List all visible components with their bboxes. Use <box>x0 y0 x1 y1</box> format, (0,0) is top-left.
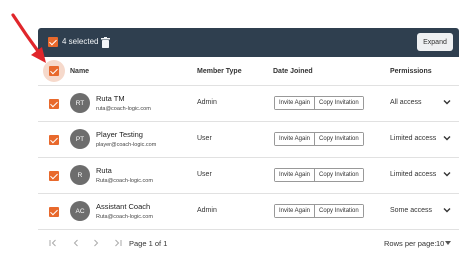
copy-invitation-button[interactable]: Copy Invitation <box>314 133 363 145</box>
first-page-icon[interactable] <box>49 239 57 247</box>
invite-again-button[interactable]: Invite Again <box>275 205 315 217</box>
header-member-type[interactable]: Member Type <box>197 68 242 75</box>
avatar: PT <box>70 129 90 149</box>
avatar: AC <box>70 201 90 221</box>
row-checkbox[interactable] <box>49 99 59 109</box>
member-name: Player Testing <box>96 130 143 139</box>
header-permissions[interactable]: Permissions <box>390 68 432 75</box>
copy-invitation-button[interactable]: Copy Invitation <box>314 205 363 217</box>
chevron-down-icon[interactable] <box>443 170 451 178</box>
permissions-value: All access <box>390 99 422 106</box>
member-type: Admin <box>197 207 217 214</box>
table-row: PT Player Testing player@coach-logic.com… <box>38 122 459 158</box>
rows-per-page-label: Rows per page: <box>384 239 437 248</box>
row-checkbox[interactable] <box>49 135 59 145</box>
trash-icon[interactable] <box>101 37 110 48</box>
next-page-icon[interactable] <box>92 239 100 247</box>
invite-button-group: Invite Again Copy Invitation <box>274 168 364 182</box>
table-row: RT Ruta TM ruta@coach-logic.com Admin In… <box>38 86 459 122</box>
selection-toolbar: 4 selected Expand <box>38 28 459 57</box>
page-indicator: Page 1 of 1 <box>129 239 168 248</box>
member-type: User <box>197 135 212 142</box>
selected-count: 4 selected <box>62 37 99 46</box>
members-table-card: 4 selected Expand Name Member Type Date … <box>38 28 459 260</box>
invite-again-button[interactable]: Invite Again <box>275 133 315 145</box>
invite-button-group: Invite Again Copy Invitation <box>274 132 364 146</box>
permissions-value: Some access <box>390 207 433 214</box>
table-row: AC Assistant Coach Ruta@coach-logic.com … <box>38 194 459 230</box>
chevron-down-icon[interactable] <box>443 206 451 214</box>
pagination-bar: Page 1 of 1 Rows per page: 10 <box>38 230 459 256</box>
copy-invitation-button[interactable]: Copy Invitation <box>314 97 363 109</box>
avatar: R <box>70 165 90 185</box>
invite-again-button[interactable]: Invite Again <box>275 169 315 181</box>
row-checkbox[interactable] <box>49 207 59 217</box>
member-email: Ruta@coach-logic.com <box>96 178 153 184</box>
copy-invitation-button[interactable]: Copy Invitation <box>314 169 363 181</box>
member-name: Ruta TM <box>96 94 125 103</box>
member-type: User <box>197 171 212 178</box>
table-row: R Ruta Ruta@coach-logic.com User Invite … <box>38 158 459 194</box>
annotation-arrow <box>11 13 46 63</box>
member-name: Assistant Coach <box>96 202 151 211</box>
chevron-down-icon[interactable] <box>443 134 451 142</box>
member-name: Ruta <box>96 166 112 175</box>
chevron-down-icon[interactable] <box>443 98 451 106</box>
member-type: Admin <box>197 99 217 106</box>
avatar: RT <box>70 93 90 113</box>
header-name[interactable]: Name <box>70 68 89 75</box>
last-page-icon[interactable] <box>114 239 122 247</box>
caret-down-icon[interactable] <box>445 241 451 245</box>
invite-again-button[interactable]: Invite Again <box>275 97 315 109</box>
member-email: Ruta@coach-logic.com <box>96 214 153 220</box>
permissions-value: Limited access <box>390 171 437 178</box>
invite-button-group: Invite Again Copy Invitation <box>274 96 364 110</box>
expand-button[interactable]: Expand <box>417 33 453 51</box>
invite-button-group: Invite Again Copy Invitation <box>274 204 364 218</box>
row-checkbox[interactable] <box>49 171 59 181</box>
prev-page-icon[interactable] <box>72 239 80 247</box>
table-header: Name Member Type Date Joined Permissions <box>38 57 459 86</box>
member-email: ruta@coach-logic.com <box>96 106 151 112</box>
rows-per-page-select[interactable]: 10 <box>436 239 444 248</box>
header-date-joined[interactable]: Date Joined <box>273 68 313 75</box>
permissions-value: Limited access <box>390 135 437 142</box>
member-email: player@coach-logic.com <box>96 142 157 148</box>
